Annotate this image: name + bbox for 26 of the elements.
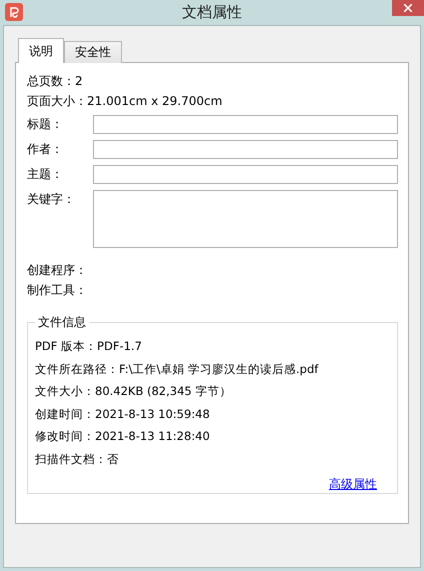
field-label: 作者： <box>27 141 64 158</box>
meta-label: 制作工具： <box>27 282 88 299</box>
info-text: 文件大小：80.42KB (82,345 字节） <box>35 383 232 400</box>
input-field[interactable] <box>93 165 398 184</box>
field-label: 主题： <box>27 166 64 183</box>
info-text: 创建时间：2021-8-13 10:59:48 <box>35 406 211 422</box>
info-text: 扫描件文档：否 <box>35 450 120 468</box>
input-field[interactable] <box>93 190 398 248</box>
tab[interactable]: 说明 <box>18 38 64 63</box>
tab[interactable]: 安全性 <box>64 41 122 63</box>
input-field[interactable] <box>93 115 398 134</box>
group-title: 文件信息 <box>37 314 87 331</box>
input-field[interactable] <box>93 140 398 159</box>
info-text: 文件所在路径：F:\工作\卓娟 学习廖汉生的读后感.pdf <box>35 360 320 378</box>
field-label: 关键字： <box>27 191 76 208</box>
close-icon <box>404 4 412 12</box>
field-label: 标题： <box>27 116 64 133</box>
meta-label: 创建程序： <box>27 262 88 279</box>
window-title: 文档属性 <box>181 2 243 23</box>
close-button[interactable] <box>392 0 424 16</box>
info-text: 修改时间：2021-8-13 11:28:40 <box>35 428 211 445</box>
info-text: PDF 版本：PDF-1.7 <box>35 338 143 355</box>
advanced-properties-link[interactable]: 高级属性 <box>329 476 377 493</box>
app-icon <box>5 3 23 21</box>
summary-text: 页面大小：21.001cm x 29.700cm <box>27 93 224 110</box>
summary-text: 总页数：2 <box>27 73 84 90</box>
